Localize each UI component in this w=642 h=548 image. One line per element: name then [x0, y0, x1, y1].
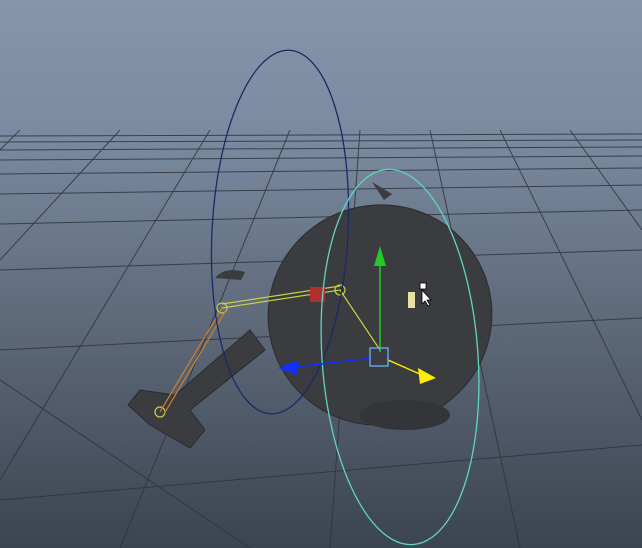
- 3d-viewport[interactable]: [0, 0, 642, 548]
- scene[interactable]: [0, 0, 642, 548]
- highlight-marker: [408, 292, 415, 308]
